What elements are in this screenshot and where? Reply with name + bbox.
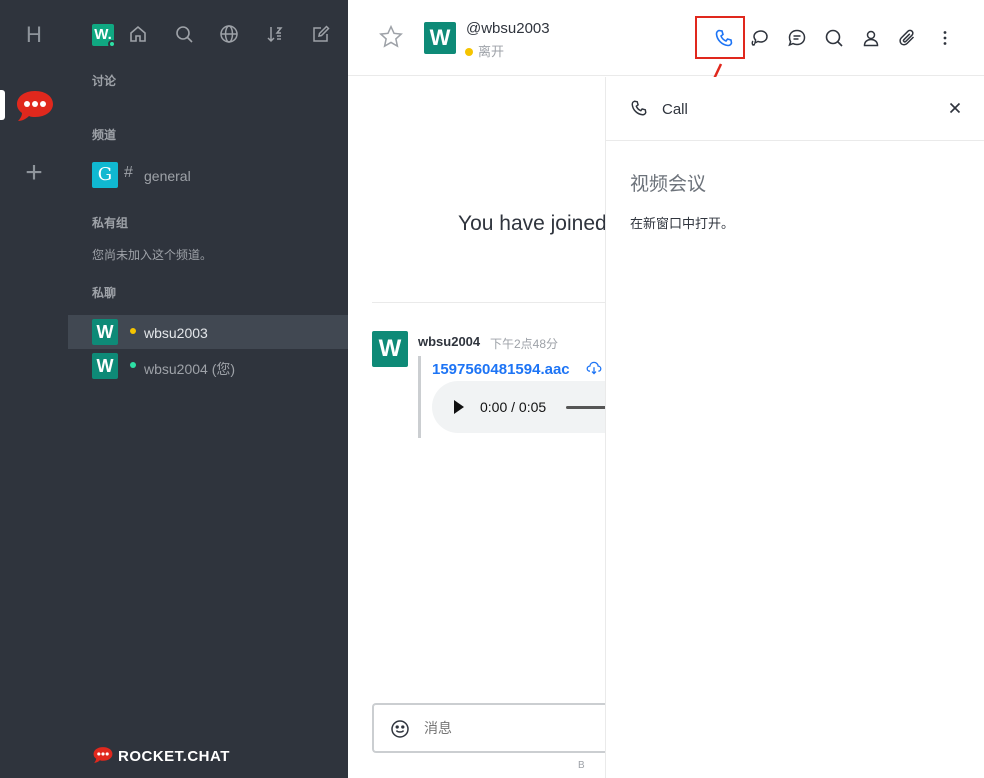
sidebar-item-general[interactable]: G # general	[68, 158, 348, 192]
call-phone-icon[interactable]	[712, 26, 736, 50]
channel-label: general	[144, 168, 191, 184]
private-groups-empty-text: 您尚未加入这个频道。	[92, 248, 213, 262]
dm-avatar: W	[92, 353, 118, 379]
call-panel-title: Call	[662, 101, 688, 118]
call-panel-header: Call	[606, 77, 984, 141]
channel-avatar: G	[92, 162, 118, 188]
section-channels: 频道	[92, 128, 117, 142]
message-divider	[372, 302, 606, 303]
favorite-star-icon[interactable]	[378, 24, 404, 55]
threads-icon[interactable]	[785, 26, 809, 50]
hash-icon: #	[124, 164, 133, 181]
user-info-icon[interactable]	[859, 26, 883, 50]
joined-system-message: You have joined	[458, 212, 607, 235]
message-input[interactable]	[424, 720, 594, 736]
audio-time: 0:00 / 0:05	[480, 399, 547, 415]
compose-icon[interactable]	[311, 24, 333, 46]
user-status-dot	[108, 40, 116, 48]
close-icon[interactable]	[946, 99, 964, 122]
search-messages-icon[interactable]	[822, 26, 846, 50]
home-server-button[interactable]: H	[0, 22, 68, 48]
audio-player[interactable]: 0:00 / 0:05	[432, 381, 632, 433]
add-server-button[interactable]: +	[0, 156, 68, 190]
kebab-menu-icon[interactable]	[933, 26, 957, 50]
room-username[interactable]: @wbsu2003	[466, 20, 550, 37]
sidebar-item-wbsu2004[interactable]: W wbsu2004 (您)	[68, 349, 348, 383]
cloud-download-icon[interactable]	[586, 360, 602, 381]
away-status-dot	[130, 328, 136, 334]
directory-globe-icon[interactable]	[219, 24, 241, 46]
rocketchat-server-icon[interactable]	[14, 88, 56, 129]
sidebar-toolbar: W.	[92, 24, 342, 48]
video-conference-title: 视频会议	[630, 174, 707, 195]
active-server-indicator	[0, 90, 5, 120]
emoji-icon[interactable]	[390, 719, 410, 744]
brand-wordmark: ROCKET.CHAT	[118, 748, 230, 765]
room-header: W @wbsu2003 离开	[348, 0, 984, 115]
away-status-dot	[465, 48, 473, 56]
attachment-link[interactable]: 1597560481594.aac	[432, 361, 570, 378]
user-avatar[interactable]: W.	[92, 24, 116, 48]
attachment-clip-icon[interactable]	[896, 26, 920, 50]
message-author[interactable]: wbsu2004	[418, 334, 480, 349]
home-icon[interactable]	[128, 24, 150, 46]
discussion-icon[interactable]	[748, 26, 772, 50]
section-private-groups: 私有组	[92, 216, 129, 230]
sidebar-item-wbsu2003[interactable]: W wbsu2003	[68, 315, 348, 349]
status-text: 离开	[478, 44, 505, 59]
section-discussions: 讨论	[92, 74, 117, 88]
online-status-dot	[130, 362, 136, 368]
call-panel: Call 视频会议 在新窗口中打开。	[605, 77, 984, 778]
server-rail: H +	[0, 0, 68, 778]
message-composer	[372, 703, 612, 753]
attachment-bar	[418, 356, 421, 438]
room-avatar: W	[424, 22, 456, 54]
dm-label: wbsu2003	[144, 325, 208, 341]
play-icon[interactable]	[454, 400, 464, 414]
search-icon[interactable]	[174, 24, 196, 46]
message-author-avatar[interactable]: W	[372, 331, 408, 367]
formatting-hint-bold: B	[578, 760, 585, 771]
rocketchat-logo-icon	[93, 747, 113, 763]
dm-avatar: W	[92, 319, 118, 345]
sidebar: W. 讨论 频道 G # general 私有组 您尚未加入这个频道。 私聊 W…	[68, 0, 348, 778]
dm-label: wbsu2004 (您)	[144, 361, 236, 377]
room-status: 离开	[465, 41, 504, 60]
message-timestamp: 下午2点48分	[490, 337, 559, 351]
rocketchat-brand: ROCKET.CHAT	[92, 745, 229, 769]
section-direct-messages: 私聊	[92, 286, 117, 300]
open-new-window-link[interactable]: 在新窗口中打开。	[630, 213, 734, 232]
phone-icon	[630, 99, 648, 122]
sort-icon[interactable]	[265, 24, 287, 46]
